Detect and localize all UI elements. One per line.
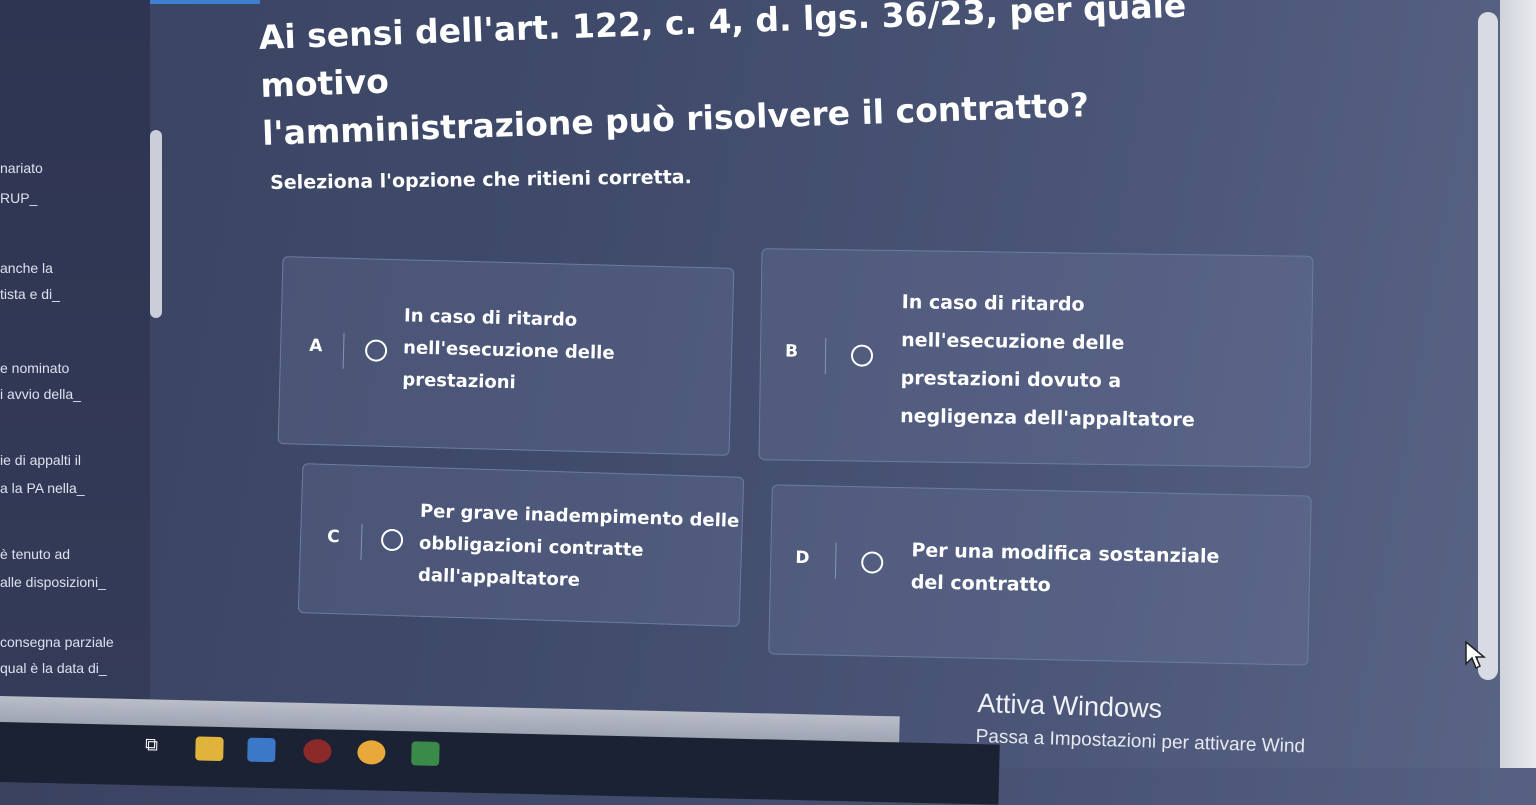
sidebar-item[interactable]: RUP_ [0, 190, 37, 206]
sidebar-item[interactable]: alle disposizioni_ [0, 574, 106, 590]
option-letter: A [308, 335, 323, 357]
option-b[interactable]: B In caso di ritardo nell'esecuzione del… [758, 248, 1314, 468]
instruction-text: Seleziona l'opzione che ritieni corretta… [270, 166, 692, 194]
sidebar-item[interactable]: è tenuto ad [0, 546, 70, 562]
option-text-line: nell'esecuzione delle [901, 329, 1125, 355]
option-divider [342, 332, 345, 369]
radio-button[interactable] [364, 339, 388, 362]
option-text-line: In caso di ritardo [901, 291, 1085, 316]
option-text-line: prestazioni dovuto a [900, 367, 1122, 393]
activation-watermark-title: Attiva Windows [977, 688, 1163, 724]
chrome-icon[interactable] [357, 740, 386, 765]
option-text: Per una modifica sostanziale del contrat… [910, 534, 1220, 604]
mouse-cursor-icon [1465, 640, 1487, 670]
option-divider [834, 542, 837, 579]
option-text-line: prestazioni [402, 369, 517, 394]
file-explorer-icon[interactable] [195, 736, 224, 762]
option-text-line: negligenza dell'appaltatore [900, 405, 1195, 432]
option-text-line: del contratto [910, 571, 1051, 597]
option-text: In caso di ritardo nell'esecuzione delle… [900, 283, 1197, 439]
radio-button[interactable] [380, 528, 404, 552]
option-c[interactable]: C Per grave inadempimento delle obbligaz… [297, 463, 745, 627]
sidebar-scrollbar[interactable] [150, 130, 162, 318]
option-letter: D [795, 547, 810, 569]
sidebar-item[interactable]: e nominato [0, 360, 69, 376]
activation-watermark-subtitle: Passa a Impostazioni per attivare Wind [975, 726, 1306, 758]
option-letter: B [784, 341, 799, 362]
sidebar-panel: nariato RUP_ anche la tista e di_ e nomi… [0, 0, 150, 700]
sidebar-item[interactable]: qual è la data di_ [0, 660, 107, 676]
sidebar-item[interactable]: ie di appalti il [0, 452, 81, 468]
sidebar-item[interactable]: i avvio della_ [0, 386, 81, 402]
app-icon-2[interactable] [411, 741, 440, 766]
question-title: Ai sensi dell'art. 122, c. 4, d. lgs. 36… [258, 0, 1262, 158]
mail-icon[interactable] [247, 737, 276, 763]
option-a[interactable]: A In caso di ritardo nell'esecuzione del… [277, 256, 735, 456]
radio-button[interactable] [850, 344, 874, 367]
task-view-icon[interactable]: ⧉ [139, 733, 164, 758]
sidebar-item[interactable]: anche la [0, 260, 53, 276]
page-scrollbar[interactable] [1478, 12, 1498, 680]
monitor-bezel [1500, 0, 1536, 768]
option-letter: C [326, 526, 340, 548]
sidebar-item[interactable]: nariato [0, 160, 43, 176]
option-divider [360, 523, 363, 560]
app-icon[interactable] [303, 738, 332, 764]
option-text: Per grave inadempimento delle obbligazio… [417, 496, 740, 602]
option-text: In caso di ritardo nell'esecuzione delle… [402, 300, 616, 402]
sidebar-item[interactable]: tista e di_ [0, 286, 60, 302]
sidebar-item[interactable]: a la PA nella_ [0, 480, 85, 496]
option-d[interactable]: D Per una modifica sostanziale del contr… [768, 484, 1312, 666]
sidebar-item[interactable]: consegna parziale [0, 634, 114, 650]
option-divider [824, 338, 827, 375]
radio-button[interactable] [860, 551, 884, 574]
